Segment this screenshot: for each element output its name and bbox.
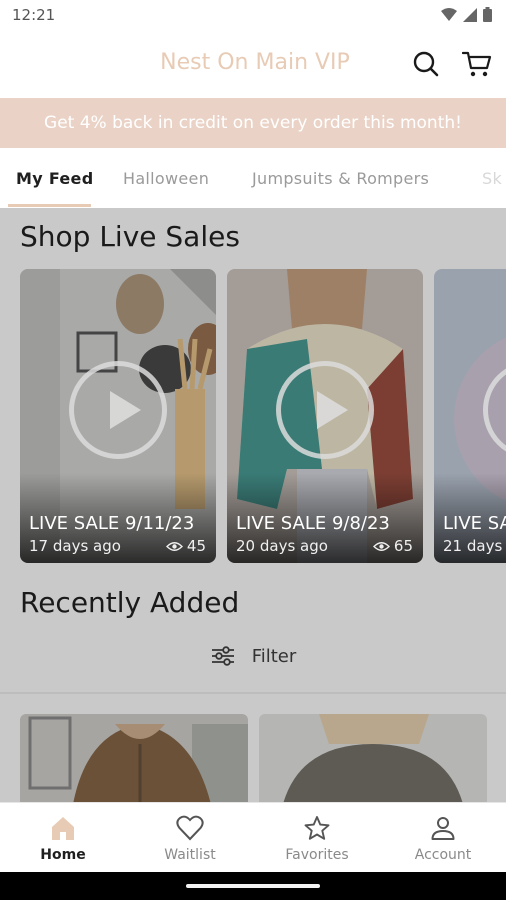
promo-text: Get 4% back in credit on every order thi… [44,113,462,133]
live-sales-title: Shop Live Sales [20,220,240,253]
cart-icon[interactable] [462,50,492,78]
search-icon[interactable] [412,50,440,78]
status-time: 12:21 [12,6,56,24]
product-image [259,714,487,802]
system-gesture-bar [0,872,506,900]
product-image [20,714,248,802]
wifi-icon [441,7,457,21]
tab-indicator [8,204,91,207]
live-sale-card[interactable]: LIVE SALE 9/8/23 20 days ago 65 [227,269,423,563]
live-sale-age: 20 days ago [236,537,328,555]
live-sale-views: 65 [372,537,413,555]
heart-icon [176,815,204,841]
product-card[interactable] [20,714,248,802]
eye-icon [165,541,183,551]
live-sale-title: LIVE SALE 9/11/23 [29,513,195,534]
product-card[interactable] [259,714,487,802]
play-icon[interactable] [69,361,167,460]
account-icon [431,817,455,840]
live-sale-title: LIVE SALE 9/8/23 [236,513,390,534]
bottom-nav: Home Waitlist Favorites Account [0,802,506,872]
tab-my-feed[interactable]: My Feed [16,169,93,188]
tab-partial[interactable]: Sk [482,169,502,188]
nav-waitlist-label: Waitlist [164,847,216,863]
star-icon [304,816,330,840]
play-icon[interactable] [276,361,374,460]
nav-waitlist[interactable]: Waitlist [127,803,253,873]
nav-home-label: Home [40,847,86,863]
gesture-handle[interactable] [186,884,320,888]
recently-added-title: Recently Added [20,586,240,619]
live-sale-card[interactable]: LIVE SALE 9/11/23 17 days ago 45 [20,269,216,563]
nav-account-label: Account [414,847,472,863]
category-tabs: My Feed Halloween Jumpsuits & Rompers Sk [0,148,506,208]
filter-icon [211,646,234,666]
nav-favorites-label: Favorites [285,847,349,863]
filter-button[interactable]: Filter [0,636,506,676]
filter-label: Filter [251,645,297,667]
tab-halloween[interactable]: Halloween [123,169,209,188]
live-sale-card[interactable]: LIVE SA 21 days [434,269,506,563]
status-bar: 12:21 [0,0,506,30]
live-sale-views: 45 [165,537,206,555]
app-header: Nest On Main VIP [0,30,506,98]
status-icons [441,7,492,22]
nav-account[interactable]: Account [380,803,506,873]
home-icon [52,817,74,840]
views-count: 65 [393,537,413,555]
promo-banner[interactable]: Get 4% back in credit on every order thi… [0,98,506,148]
views-count: 45 [186,537,206,555]
battery-icon [483,7,492,22]
live-sale-age: 17 days ago [29,537,121,555]
feed-content: Shop Live Sales LIVE SALE 9/11/23 17 day… [0,208,506,802]
nav-home[interactable]: Home [0,803,126,873]
divider [0,692,506,694]
live-sale-title: LIVE SA [443,513,506,534]
tab-jumpsuits-rompers[interactable]: Jumpsuits & Rompers [252,169,429,188]
nav-favorites[interactable]: Favorites [254,803,380,873]
eye-icon [372,541,390,551]
live-sale-age: 21 days [443,537,503,555]
signal-icon [463,7,477,22]
